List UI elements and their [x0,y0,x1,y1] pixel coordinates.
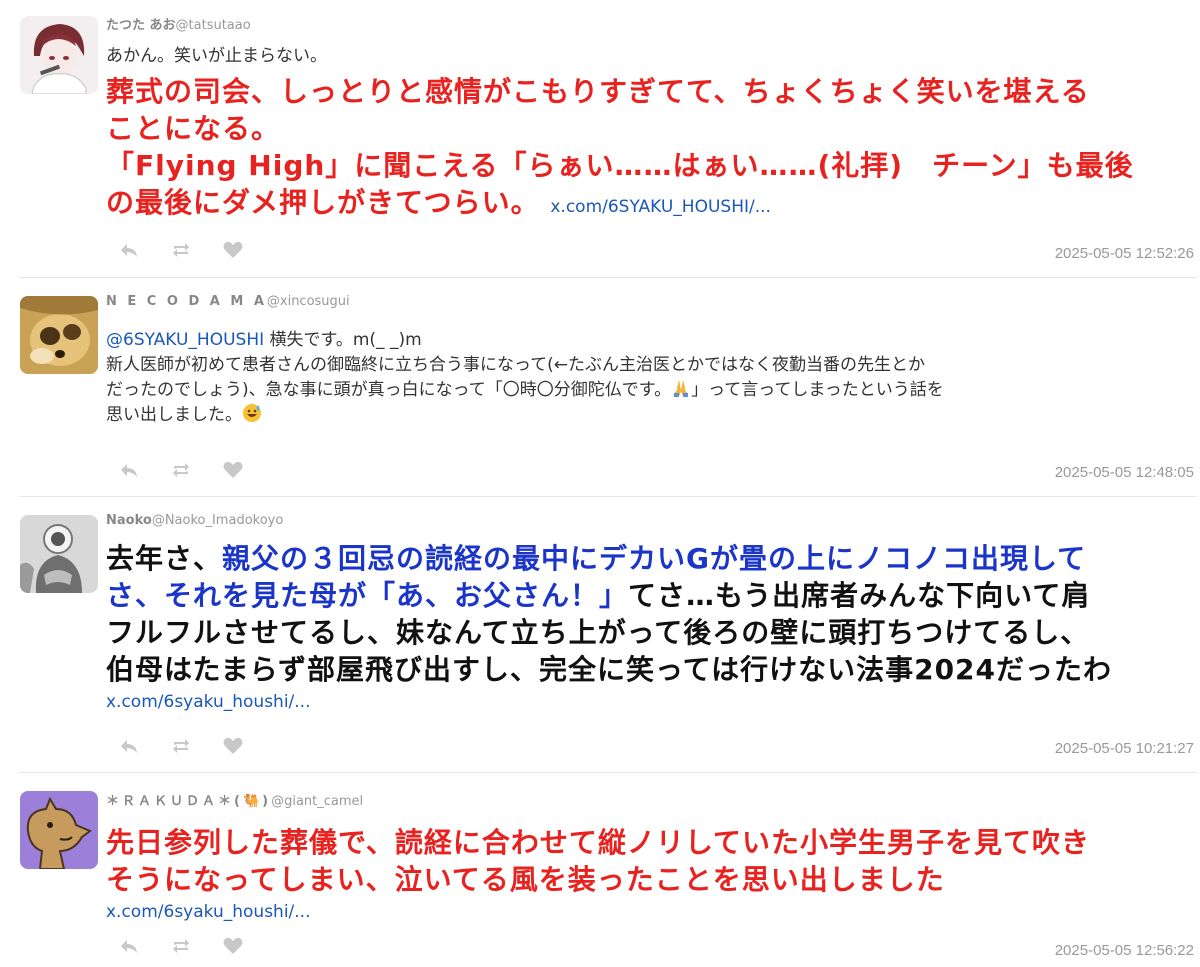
tweet-body: @6SYAKU_HOUSHI 横失です。m(_ _)m 新人医師が初めて患者さん… [106,328,1192,428]
tweet-header: ＊ＲＡＫＵＤＡ＊(🐫)@giant_camel [106,790,363,809]
sweat-smile-emoji [243,404,261,422]
avatar[interactable] [20,791,98,869]
timestamp[interactable]: 2025-05-05 12:48:05 [1055,464,1194,481]
retweet-icon[interactable] [170,936,192,956]
tweet-link[interactable]: x.com/6syaku_houshi/... [106,692,311,712]
tweet-text-segment: てさ…もう出席者みんな下向いて肩 [628,579,1091,612]
like-icon[interactable] [222,240,244,260]
tweet-body: 先日参列した葬儀で、読経に合わせて縦ノリしていた小学生男子を見て吹き そうになっ… [106,824,1192,925]
tweet-text-line: 「Flying High」に聞こえる「らぁい……はぁい……(礼拝) チーン」も最… [106,149,1134,182]
tweet-text-line: フルフルさせてるし、妹なんて立ち上がって後ろの壁に頭打ちつけてるし、 [106,616,1090,649]
user-handle[interactable]: @Naoko_Imadokoyo [152,513,284,528]
tweet-text-intro: あかん。笑いが止まらない。 [106,46,327,66]
tweet-text-segment: さ、それを見た母が「あ、お父さん！」 [106,579,629,612]
tweet-header: Naoko@Naoko_Imadokoyo [106,513,283,528]
tweet-text-segment: 親父の３回忌の読経の最中にデカいGが畳の上にノコノコ出現して [222,542,1087,575]
timestamp[interactable]: 2025-05-05 12:52:26 [1055,245,1194,262]
tweet-actions [118,736,244,756]
retweet-icon[interactable] [170,240,192,260]
mention-link[interactable]: @6SYAKU_HOUSHI [106,330,264,350]
tweet-text-line: 伯母はたまらず部屋飛び出すし、完全に笑っては行けない法事2024だったわ [106,653,1113,686]
tweet-text-segment: 思い出しました。 [106,405,242,425]
divider [20,496,1196,497]
user-handle[interactable]: @giant_camel [271,794,363,809]
tweet-text-segment: 去年さ、 [106,542,223,575]
tweet-text-line: の最後にダメ押しがきてつらい。 x.com/6SYAKU_HOUSHI/... [106,184,1192,226]
tweet-text-line: 去年さ、親父の３回忌の読経の最中にデカいGが畳の上にノコノコ出現して [106,540,1192,577]
tweet-actions [118,936,244,956]
tweet-text-segment: だったのでしょう)、急な事に頭が真っ白になって「〇時〇分御陀仏です。 [106,380,672,400]
tweet-text-line: x.com/6syaku_houshi/... [106,690,1192,715]
tweet-text-segment: 」って言ってしまったという話を [691,380,944,400]
tweet-text-segment: の最後にダメ押しがきてつらい。 [106,186,540,219]
timestamp[interactable]: 2025-05-05 10:21:27 [1055,740,1194,757]
tweet-text-line: x.com/6syaku_houshi/... [106,900,1192,925]
display-name[interactable]: たつた あお [106,18,176,33]
reply-icon[interactable] [118,240,140,260]
tweet-header: たつた あお@tatsutaao [106,14,251,33]
display-name[interactable]: N E C O D A M A [106,294,267,309]
tweet-body: 去年さ、親父の３回忌の読経の最中にデカいGが畳の上にノコノコ出現して さ、それを… [106,540,1192,715]
tweet-actions [118,240,244,260]
like-icon[interactable] [222,736,244,756]
user-handle[interactable]: @tatsutaao [176,18,251,33]
tweet-text-segment: 横失です。m(_ _)m [264,330,422,350]
tweet-text-line: ことになる。 [106,112,281,145]
user-handle[interactable]: @xincosugui [267,294,350,309]
tweet-actions [118,460,244,480]
tweet-text-line: 思い出しました。 [106,403,1192,428]
tweet-text-line: さ、それを見た母が「あ、お父さん！」てさ…もう出席者みんな下向いて肩 [106,577,1192,614]
reply-icon[interactable] [118,460,140,480]
tweet-link[interactable]: x.com/6syaku_houshi/... [106,902,311,922]
tweet-text-line: 葬式の司会、しっとりと感情がこもりすぎてて、ちょくちょく笑いを堪える [106,75,1090,108]
reply-icon[interactable] [118,936,140,956]
avatar[interactable] [20,16,98,94]
avatar[interactable] [20,296,98,374]
tweet-body: あかん。笑いが止まらない。 葬式の司会、しっとりと感情がこもりすぎてて、ちょくち… [106,44,1192,226]
tweet-header: N E C O D A M A@xincosugui [106,294,350,309]
tweet-text-line: 新人医師が初めて患者さんの御臨終に立ち合う事になって(←たぶん主治医とかではなく… [106,355,926,375]
tweet-text-line: 先日参列した葬儀で、読経に合わせて縦ノリしていた小学生男子を見て吹き [106,826,1091,859]
tweet-link[interactable]: x.com/6SYAKU_HOUSHI/... [550,197,771,217]
tweet-text-line: @6SYAKU_HOUSHI 横失です。m(_ _)m [106,328,1192,353]
retweet-icon[interactable] [170,460,192,480]
display-name[interactable]: ＊ＲＡＫＵＤＡ＊(🐫) [106,794,271,809]
like-icon[interactable] [222,460,244,480]
avatar[interactable] [20,515,98,593]
divider [20,772,1196,773]
like-icon[interactable] [222,936,244,956]
tweet-text-line: そうになってしまい、泣いてる風を装ったことを思い出しました [106,863,945,896]
reply-icon[interactable] [118,736,140,756]
divider [20,277,1196,278]
praying-hands-emoji [674,380,689,397]
retweet-icon[interactable] [170,736,192,756]
display-name[interactable]: Naoko [106,513,152,528]
timestamp[interactable]: 2025-05-05 12:56:22 [1055,942,1194,959]
tweet-text-line: だったのでしょう)、急な事に頭が真っ白になって「〇時〇分御陀仏です。 」って言って… [106,378,1192,403]
